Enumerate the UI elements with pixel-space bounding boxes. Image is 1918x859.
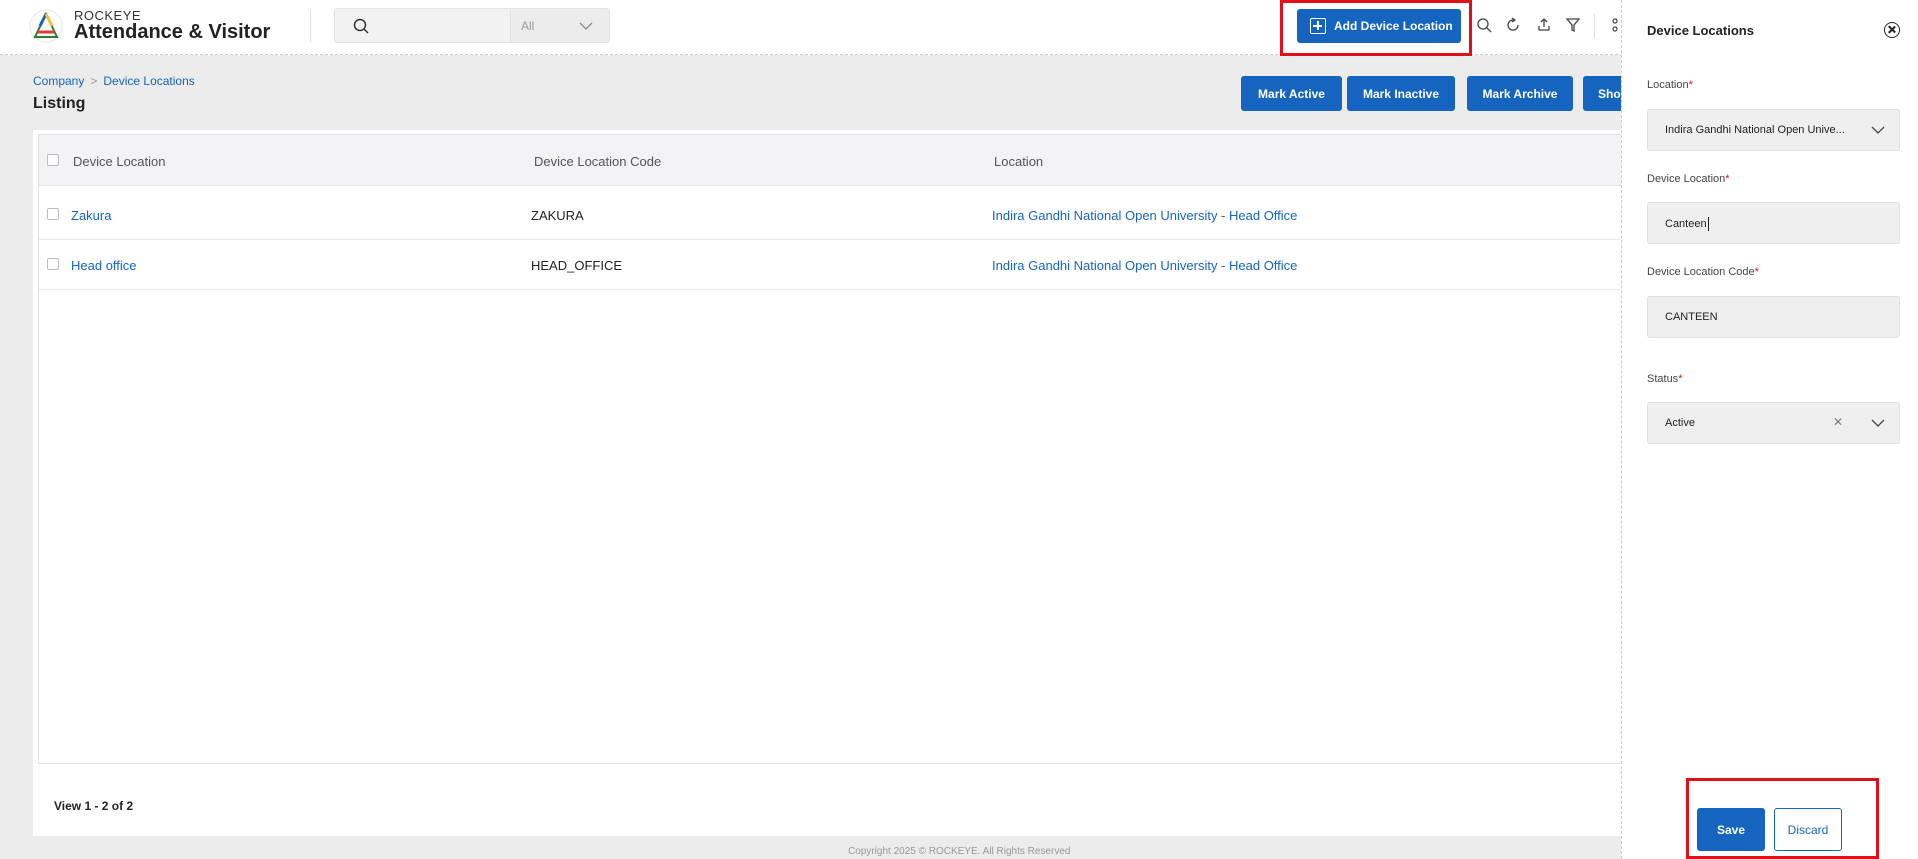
- status-select[interactable]: Active ✕: [1647, 402, 1900, 444]
- pagination-summary: View 1 - 2 of 2: [54, 799, 134, 813]
- row-checkbox[interactable]: [47, 258, 59, 270]
- highlight-box-add: [1280, 0, 1472, 56]
- column-header-device-location[interactable]: Device Location: [73, 154, 166, 169]
- mark-inactive-button[interactable]: Mark Inactive: [1347, 76, 1455, 111]
- breadcrumb-separator: >: [90, 74, 98, 88]
- device-location-input[interactable]: Canteen: [1647, 202, 1900, 244]
- panel-title: Device Locations: [1647, 23, 1754, 38]
- select-all-checkbox[interactable]: [47, 154, 59, 166]
- table-header: Device Location Device Location Code Loc…: [39, 135, 1623, 186]
- close-circle-icon[interactable]: [1884, 22, 1900, 38]
- device-location-code-input[interactable]: CANTEEN: [1647, 296, 1900, 338]
- data-table: Device Location Device Location Code Loc…: [38, 134, 1623, 764]
- table-row: Zakura ZAKURA Indira Gandhi National Ope…: [39, 190, 1623, 240]
- breadcrumb: Company > Device Locations: [33, 74, 195, 88]
- search-scope-select[interactable]: All: [510, 8, 610, 43]
- export-icon[interactable]: [1535, 16, 1553, 34]
- device-location-code: ZAKURA: [531, 208, 584, 223]
- column-header-device-location-code[interactable]: Device Location Code: [534, 154, 661, 169]
- header-divider: [1594, 14, 1595, 38]
- location-select[interactable]: Indira Gandhi National Open Unive...: [1647, 109, 1900, 151]
- device-location-link[interactable]: Head office: [71, 258, 137, 273]
- search-icon: [353, 18, 369, 34]
- device-location-code-label: Device Location Code*: [1647, 266, 1759, 278]
- chevron-down-icon: [1871, 419, 1885, 427]
- column-header-location[interactable]: Location: [994, 154, 1043, 169]
- location-link[interactable]: Indira Gandhi National Open University -…: [992, 208, 1297, 223]
- table-card: Device Location Device Location Code Loc…: [33, 130, 1623, 836]
- location-value: Indira Gandhi National Open Unive...: [1665, 124, 1845, 136]
- device-location-link[interactable]: Zakura: [71, 208, 111, 223]
- location-link[interactable]: Indira Gandhi National Open University -…: [992, 258, 1297, 273]
- copyright: Copyright 2025 © ROCKEYE. All Rights Res…: [848, 846, 1071, 857]
- show-button[interactable]: Sho: [1583, 76, 1623, 111]
- mark-archive-button[interactable]: Mark Archive: [1467, 76, 1573, 111]
- page-title: Listing: [33, 95, 86, 112]
- row-checkbox[interactable]: [47, 208, 59, 220]
- clear-icon[interactable]: ✕: [1833, 415, 1843, 429]
- more-icon[interactable]: [1610, 16, 1620, 34]
- rockeye-logo: [29, 9, 63, 43]
- text-caret: [1707, 217, 1709, 231]
- search-scope-value: All: [521, 19, 535, 33]
- device-location-label: Device Location*: [1647, 173, 1730, 185]
- device-location-form-panel: Device Locations Location* Indira Gandhi…: [1621, 0, 1918, 859]
- device-location-value: Canteen: [1665, 217, 1707, 230]
- filter-icon[interactable]: [1564, 16, 1582, 34]
- search-icon[interactable]: [1475, 16, 1493, 34]
- header-divider: [310, 10, 311, 42]
- breadcrumb-company[interactable]: Company: [33, 74, 84, 88]
- brand-main: Attendance & Visitor: [74, 21, 271, 43]
- location-label: Location*: [1647, 79, 1693, 91]
- device-location-code-value: CANTEEN: [1665, 311, 1718, 323]
- chevron-down-icon: [1871, 126, 1885, 134]
- highlight-box-save: [1686, 778, 1879, 859]
- search-input[interactable]: [334, 8, 510, 43]
- status-value: Active: [1665, 417, 1695, 429]
- breadcrumb-device-locations[interactable]: Device Locations: [103, 74, 194, 88]
- chevron-down-icon: [579, 22, 593, 30]
- refresh-icon[interactable]: [1504, 16, 1522, 34]
- mark-active-button[interactable]: Mark Active: [1241, 76, 1342, 111]
- table-row: Head office HEAD_OFFICE Indira Gandhi Na…: [39, 240, 1623, 290]
- status-label: Status*: [1647, 373, 1683, 385]
- device-location-code: HEAD_OFFICE: [531, 258, 623, 273]
